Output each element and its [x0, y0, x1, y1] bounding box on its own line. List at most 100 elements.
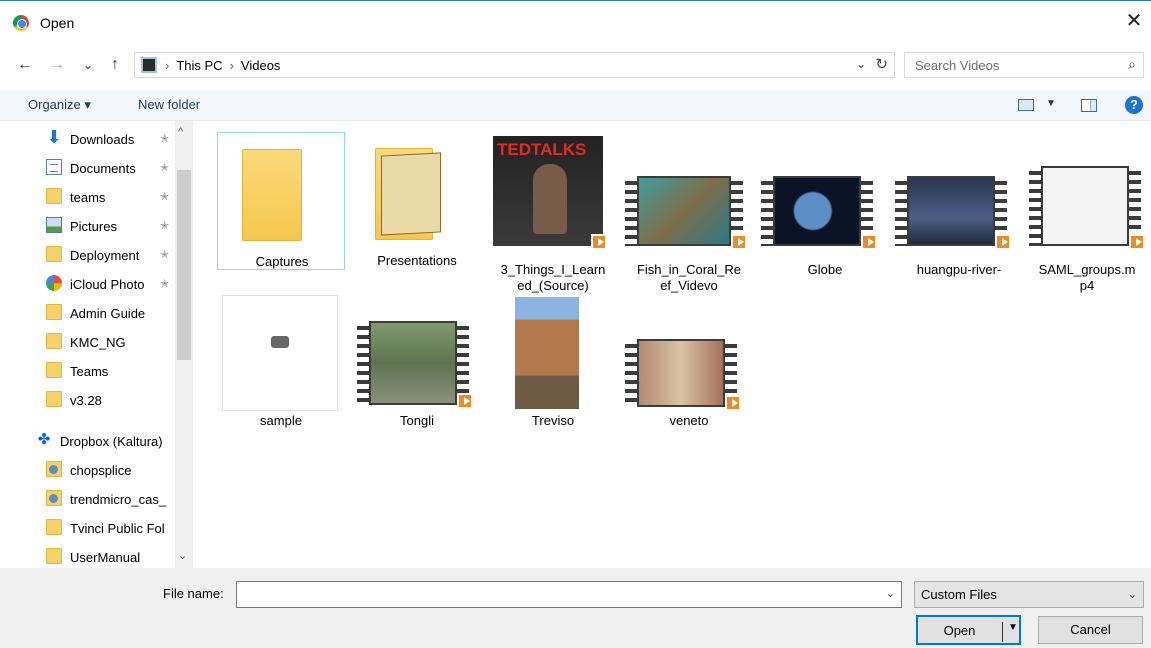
file-item-sample[interactable]: sample: [217, 295, 345, 435]
help-icon[interactable]: ?: [1125, 96, 1143, 114]
sidebar-item-label: Deployment: [70, 248, 140, 263]
file-name: veneto: [669, 413, 709, 428]
film-strip: [625, 339, 637, 407]
forward-button[interactable]: →: [46, 54, 68, 76]
organize-button[interactable]: Organize ▾: [28, 97, 91, 113]
file-item-saml-groups[interactable]: SAML_groups.m p4: [1023, 132, 1151, 294]
scroll-up-icon[interactable]: ^: [178, 126, 183, 138]
sidebar-scroll-thumb[interactable]: [177, 170, 191, 360]
breadcrumb-this-pc[interactable]: This PC: [176, 58, 222, 73]
sidebar-item-label: Teams: [70, 364, 109, 379]
breadcrumb-videos[interactable]: Videos: [241, 58, 281, 73]
preview-pane-icon[interactable]: [1081, 99, 1097, 112]
close-button[interactable]: ✕: [1123, 11, 1145, 33]
videos-icon: [141, 57, 157, 73]
file-name-input[interactable]: [241, 586, 871, 603]
sidebar-item-downloads[interactable]: ⬇ Downloads ✭: [36, 125, 176, 153]
recent-locations-button[interactable]: ⌄: [80, 54, 96, 76]
sidebar-item-pictures[interactable]: Pictures ✭: [36, 212, 176, 240]
new-folder-button[interactable]: New folder: [138, 97, 200, 112]
open-button[interactable]: Open: [916, 615, 1021, 645]
sidebar-item-teams[interactable]: teams ✭: [36, 183, 176, 211]
pin-icon: ✭: [160, 278, 170, 290]
sidebar-item-label: KMC_NG: [70, 335, 126, 350]
file-item-treviso[interactable]: Treviso: [489, 295, 617, 435]
sidebar-item-trendmicro[interactable]: trendmicro_cas_: [36, 485, 176, 513]
sidebar-item-icloud-photos[interactable]: iCloud Photo ✭: [36, 270, 176, 298]
file-name: sample: [260, 413, 302, 428]
file-type-value: Custom Files: [921, 587, 997, 602]
video-thumbnail: [625, 176, 747, 250]
file-name: Presentations: [377, 253, 457, 268]
file-item-globe[interactable]: Globe: [761, 132, 889, 292]
sidebar-item-label: teams: [70, 190, 106, 205]
breadcrumb: › This PC › Videos: [165, 58, 280, 73]
file-item-fish-in-coral[interactable]: Fish_in_Coral_Re ef_Videvo: [625, 132, 753, 293]
pin-icon: ✭: [160, 191, 170, 203]
video-thumbnail: TEDTALKS: [493, 136, 607, 250]
film-strip: [1029, 166, 1041, 246]
play-icon: [1129, 234, 1145, 250]
play-icon: [995, 234, 1011, 250]
file-name-line: 3_Things_I_Learn: [500, 262, 606, 277]
sidebar-item-kmc-ng[interactable]: KMC_NG: [36, 328, 176, 356]
file-name: SAML_groups.m p4: [1023, 262, 1151, 294]
sidebar-item-deployment[interactable]: Deployment ✭: [36, 241, 176, 269]
scroll-down-icon[interactable]: ⌄: [178, 549, 187, 562]
file-type-select[interactable]: Custom Files ⌄: [914, 581, 1144, 608]
sidebar-item-label: Admin Guide: [70, 306, 146, 321]
sidebar-item-usermanual[interactable]: UserManual: [36, 543, 176, 568]
file-name-field[interactable]: ⌄: [236, 581, 902, 608]
chrome-icon: [13, 15, 29, 31]
file-name-label: File name:: [163, 586, 224, 601]
sidebar-item-teams-2[interactable]: Teams: [36, 357, 176, 385]
file-item-presentations[interactable]: Presentations: [353, 132, 481, 292]
back-button[interactable]: ←: [14, 54, 36, 76]
sidebar-item-label: Dropbox (Kaltura): [60, 434, 163, 449]
file-item-tongli[interactable]: Tongli: [353, 295, 481, 435]
pin-icon: ✭: [160, 220, 170, 232]
window-title: Open: [40, 15, 75, 31]
pin-icon: ✭: [160, 249, 170, 261]
change-view-icon[interactable]: [1018, 99, 1034, 111]
sidebar-item-chopsplice[interactable]: chopsplice: [36, 456, 176, 484]
address-dropdown-icon[interactable]: ⌄: [856, 57, 866, 71]
breadcrumb-separator-icon: ›: [229, 58, 234, 73]
file-item-captures[interactable]: Captures: [217, 132, 345, 270]
cancel-button[interactable]: Cancel: [1038, 616, 1143, 644]
film-strip: [357, 321, 369, 405]
command-toolbar: Organize ▾ New folder ▼ ?: [0, 90, 1151, 121]
open-options-dropdown-icon[interactable]: ▼: [1008, 622, 1018, 633]
up-button[interactable]: ↑: [104, 54, 126, 76]
search-icon[interactable]: ⌕: [1128, 56, 1136, 73]
navigation-pane: ⬇ Downloads ✭ Documents ✭ teams ✭ Pictur…: [0, 121, 196, 568]
sidebar-item-admin-guide[interactable]: Admin Guide: [36, 299, 176, 327]
breadcrumb-separator-icon: ›: [165, 58, 170, 73]
file-name-line: SAML_groups.m: [1038, 262, 1136, 277]
sidebar-item-dropbox[interactable]: ✤ Dropbox (Kaltura): [26, 427, 176, 455]
synced-folder-icon: [46, 548, 62, 564]
shared-folder-icon: [46, 519, 62, 535]
file-name-dropdown-icon[interactable]: ⌄: [886, 587, 895, 600]
file-item-huangpu-river[interactable]: huangpu-river-: [895, 132, 1023, 292]
file-item-veneto[interactable]: veneto: [625, 295, 753, 435]
sidebar-item-documents[interactable]: Documents ✭: [36, 154, 176, 182]
video-frame: [775, 178, 859, 244]
open-button-label: Open: [943, 623, 976, 638]
address-bar[interactable]: › This PC › Videos ⌄ ↻: [134, 52, 895, 78]
view-options-dropdown-icon[interactable]: ▼: [1046, 98, 1056, 109]
play-icon: [861, 234, 877, 250]
folder-icon: [46, 391, 62, 407]
file-name: Globe: [807, 262, 843, 277]
folder-icon: [242, 149, 302, 241]
sidebar-item-v3-28[interactable]: v3.28: [36, 386, 176, 414]
sidebar-item-tvinci[interactable]: Tvinci Public Fol: [36, 514, 176, 542]
refresh-icon[interactable]: ↻: [875, 55, 888, 73]
file-thumbnail: [222, 295, 338, 411]
search-input[interactable]: [915, 57, 1115, 74]
search-box[interactable]: ⌕: [904, 52, 1144, 78]
sidebar-item-label: UserManual: [70, 550, 141, 565]
speaker-figure: [533, 164, 567, 234]
file-item-3-things[interactable]: TEDTALKS 3_Things_I_Learn ed_(Source): [489, 132, 617, 293]
video-frame: [371, 323, 455, 403]
